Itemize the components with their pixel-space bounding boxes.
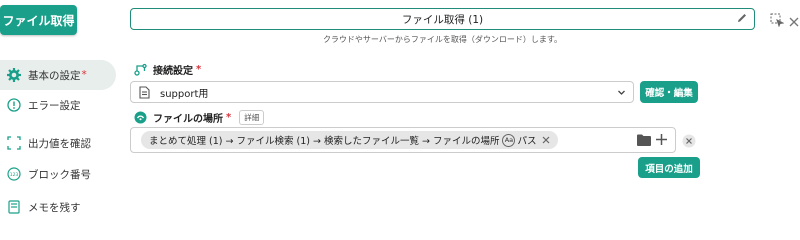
sidebar-item-label: メモを残す [28,201,81,214]
chevron-down-icon [617,88,626,97]
required-mark: * [81,69,87,81]
sidebar-item-basic-settings[interactable]: 基本の設定 * [0,60,116,90]
variable-path-chip[interactable]: まとめて処理 (1) → ファイル検索 (1) → 検索したファイル一覧 → フ… [141,131,559,149]
path-suffix-text: パス [517,136,537,147]
sidebar-item-check-output[interactable]: 出力値を確認 [0,128,116,158]
sidebar-item-leave-memo[interactable]: メモを残す [0,192,116,222]
sidebar-item-error-settings[interactable]: エラー設定 [0,90,116,120]
error-circle-icon [6,97,22,113]
text-format-icon: Aa [502,133,516,147]
file-location-icon [134,111,147,124]
gear-icon [6,67,22,83]
select-region-icon[interactable] [770,12,785,31]
detail-badge[interactable]: 詳細 [239,110,265,125]
path-chip-text: まとめて処理 (1) → ファイル検索 (1) → 検索したファイル一覧 → フ… [149,136,500,147]
required-mark: * [196,64,202,75]
connection-icon [134,63,147,76]
close-icon[interactable] [789,12,799,31]
memo-icon [6,199,22,215]
file-location-label: ファイルの場所 * 詳細 [134,110,265,125]
folder-icon[interactable] [637,134,651,146]
add-item-button[interactable]: 項目の追加 [638,157,700,178]
block-title-input[interactable]: ファイル取得 (1) [130,8,755,30]
connection-label-text: 接続設定 [153,66,193,77]
confirm-edit-button[interactable]: 確認・編集 [640,81,698,103]
required-mark: * [226,112,232,123]
sidebar-item-label: エラー設定 [28,99,81,112]
block-number-icon: 123 [6,166,22,182]
file-get-action-button[interactable]: ファイル取得 [0,5,77,35]
connection-selected-value: support用 [160,88,209,100]
remove-row-icon[interactable] [682,133,696,152]
block-description: クラウドやサーバーからファイルを取得（ダウンロード）します。 [322,35,563,44]
document-icon [139,85,150,99]
sidebar-item-label: 出力値を確認 [28,137,91,150]
connection-select[interactable]: support用 [130,81,634,103]
pencil-icon[interactable] [736,12,748,27]
add-icon[interactable] [655,133,668,146]
sidebar-item-block-number[interactable]: 123 ブロック番号 [0,159,116,189]
block-title-text: ファイル取得 (1) [401,13,484,26]
chip-remove-icon[interactable] [542,136,550,144]
file-location-label-text: ファイルの場所 [153,114,223,125]
bracket-frame-icon [6,135,22,151]
svg-text:123: 123 [10,172,19,178]
sidebar-item-label: 基本の設定 [28,69,81,82]
connection-settings-label: 接続設定 * [134,62,201,77]
file-location-input[interactable]: まとめて処理 (1) → ファイル検索 (1) → 検索したファイル一覧 → フ… [130,127,676,153]
sidebar-item-label: ブロック番号 [28,168,91,181]
